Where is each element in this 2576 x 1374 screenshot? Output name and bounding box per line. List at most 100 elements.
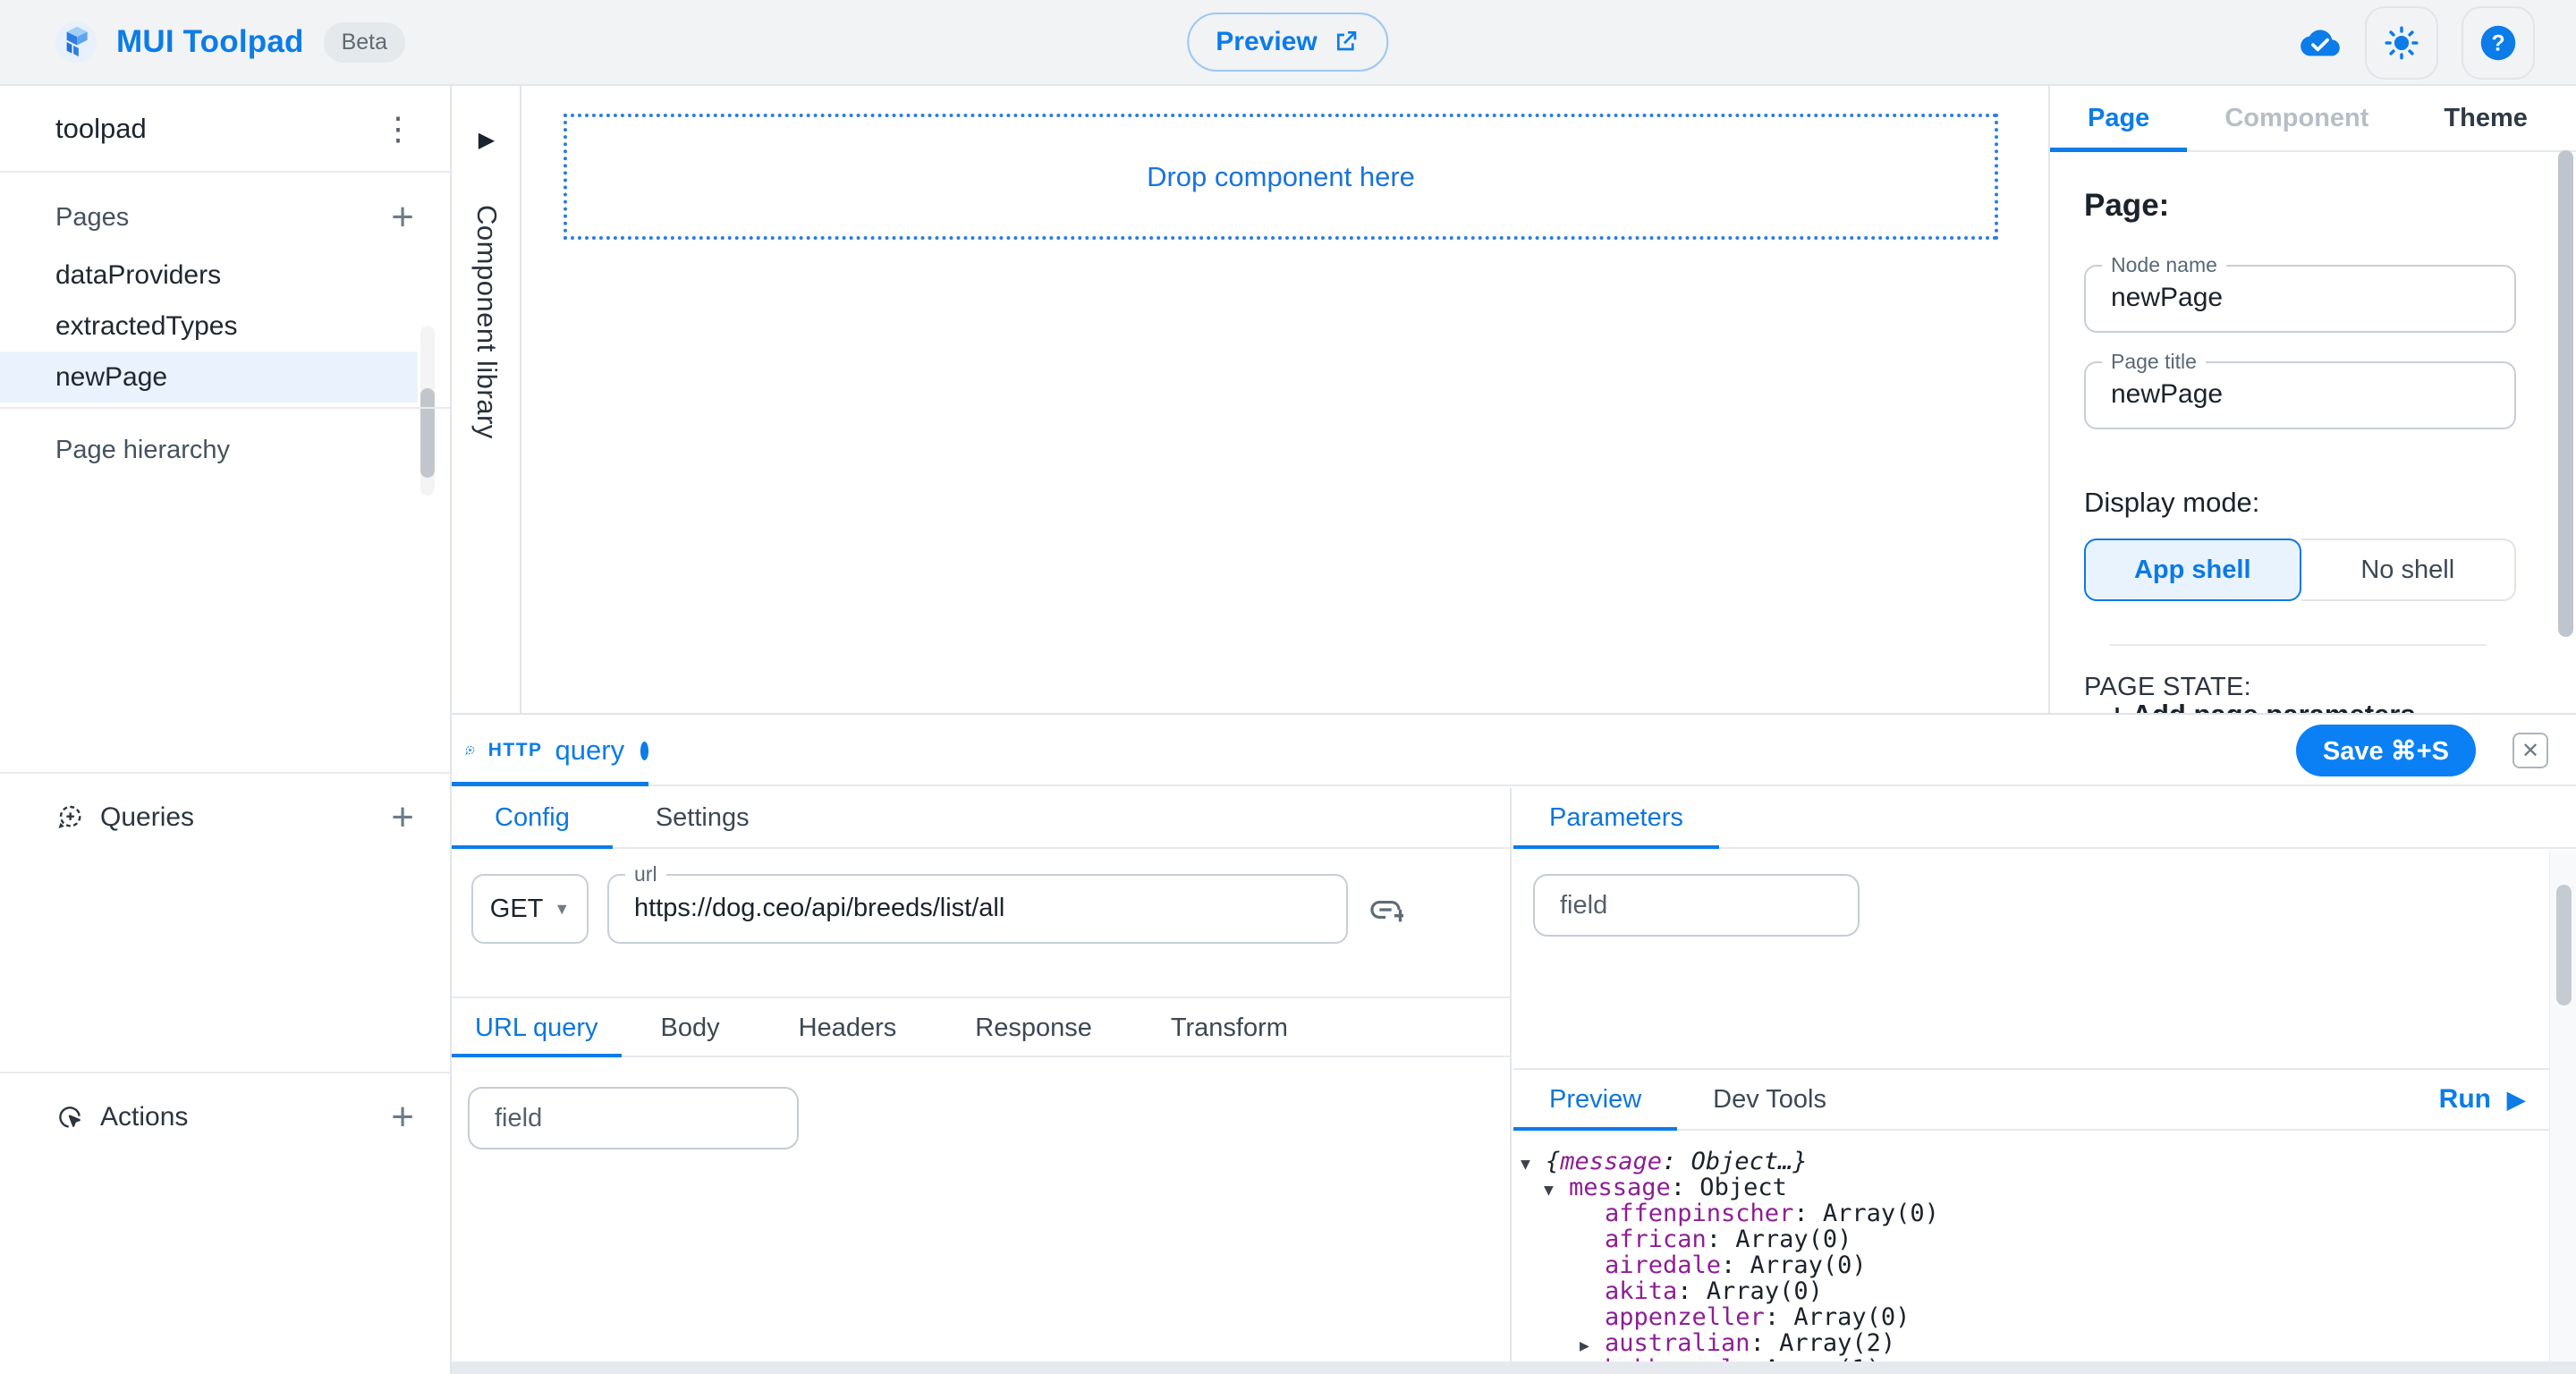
display-mode-app-shell[interactable]: App shell <box>2084 539 2301 601</box>
save-button[interactable]: Save ⌘+S <box>2296 725 2476 776</box>
url-field: url <box>607 874 1348 944</box>
add-page-parameters-button[interactable]: + Add page parameters <box>2109 699 2416 713</box>
json-key: akita <box>1605 1277 1677 1305</box>
sidebar-page-item[interactable]: extractedTypes <box>0 301 418 352</box>
tab-page[interactable]: Page <box>2050 86 2187 150</box>
json-tree-row: affenpinscher: Array(0) <box>1521 1200 2576 1226</box>
divider <box>0 1072 450 1073</box>
bind-url-button[interactable] <box>1368 892 1403 930</box>
open-in-new-icon <box>1332 28 1360 56</box>
page-title-field: Page title <box>2084 361 2516 429</box>
theme-mode-button[interactable] <box>2365 6 2438 80</box>
add-query-button[interactable]: + <box>391 798 414 837</box>
query-icon <box>464 737 476 764</box>
json-tree-row: appenzeller: Array(0) <box>1521 1304 2576 1330</box>
json-tree-row: ▼{message: Object…} <box>1521 1149 2576 1175</box>
parameters-tabs: Parameters <box>1513 788 2576 849</box>
project-title-row: toolpad ⋮ <box>0 86 450 173</box>
project-name: toolpad <box>55 113 147 145</box>
tree-expand-icon[interactable]: ▶ <box>1580 1333 1605 1359</box>
preview-button[interactable]: Preview <box>1187 13 1388 72</box>
project-menu-button[interactable]: ⋮ <box>382 113 414 145</box>
active-tab-underline <box>452 782 648 786</box>
divider <box>2109 644 2487 646</box>
tree-collapse-icon[interactable]: ▼ <box>1521 1151 1546 1177</box>
pages-section-header: Pages + <box>0 185 450 250</box>
pages-list: dataProviders extractedTypes newPage <box>0 250 450 403</box>
component-library-label: Component library <box>470 205 503 439</box>
unsaved-indicator-dot <box>640 742 648 760</box>
action-icon <box>55 1103 84 1132</box>
add-action-button[interactable]: + <box>391 1098 414 1137</box>
result-scrollbar-thumb[interactable] <box>2556 885 2572 1005</box>
display-mode-no-shell[interactable]: No shell <box>2301 539 2517 601</box>
tab-settings[interactable]: Settings <box>613 788 792 847</box>
inspector-scrollbar-thumb[interactable] <box>2558 150 2573 637</box>
result-tabs: Preview Dev Tools Run ▶ <box>1513 1070 2576 1131</box>
tree-collapse-icon[interactable]: ▼ <box>1544 1177 1569 1203</box>
query-editor-panel: HTTP query Save ⌘+S ✕ Config Settings GE… <box>452 713 2576 1374</box>
display-mode-toggle: App shell No shell <box>2084 539 2516 601</box>
tab-parameters[interactable]: Parameters <box>1513 788 1719 847</box>
page-title-label: Page title <box>2102 350 2206 374</box>
component-drop-zone[interactable]: Drop component here <box>564 114 1998 240</box>
parameter-field-input[interactable] <box>1558 890 1843 921</box>
run-query-button[interactable]: Run ▶ <box>2434 1070 2530 1129</box>
json-key: message <box>1569 1174 1671 1201</box>
toolpad-app: MUI Toolpad Beta Preview <box>0 0 2576 1374</box>
component-library-rail[interactable]: ▶ Component library <box>453 86 521 713</box>
request-row: GET ▼ url <box>471 874 1510 944</box>
actions-section-header: Actions + <box>0 1085 450 1149</box>
url-label: url <box>625 862 666 886</box>
config-tabs: Config Settings <box>452 788 1510 849</box>
tab-url-query[interactable]: URL query <box>452 998 622 1056</box>
display-mode-label: Display mode: <box>2084 487 2576 519</box>
page-canvas: Drop component here <box>521 86 2048 713</box>
brand: MUI Toolpad Beta <box>55 21 405 63</box>
url-query-field-input[interactable] <box>493 1103 781 1134</box>
json-key: message <box>1560 1148 1662 1175</box>
node-name-field: Node name <box>2084 265 2516 333</box>
cloud-synced-icon <box>2299 25 2342 61</box>
page-heading: Page: <box>2084 188 2576 224</box>
tab-body[interactable]: Body <box>622 998 759 1056</box>
beta-badge: Beta <box>324 22 405 63</box>
toolpad-logo-icon <box>55 21 97 63</box>
help-button[interactable]: ? <box>2462 6 2535 80</box>
divider <box>0 772 450 774</box>
chevron-down-icon: ▼ <box>554 900 570 919</box>
play-icon: ▶ <box>2507 1086 2525 1114</box>
add-page-button[interactable]: + <box>391 198 414 237</box>
pages-scrollbar-thumb[interactable] <box>420 388 435 478</box>
http-method-select[interactable]: GET ▼ <box>471 874 589 944</box>
expand-library-icon[interactable]: ▶ <box>453 127 520 153</box>
app-title: MUI Toolpad <box>116 24 304 60</box>
json-tree-row: ▼message: Object <box>1521 1175 2576 1200</box>
help-icon: ? <box>2479 23 2518 63</box>
query-tab[interactable]: HTTP query <box>452 715 648 786</box>
query-config-section: Config Settings GET ▼ url <box>452 788 1512 1374</box>
close-query-panel-button[interactable]: ✕ <box>2512 733 2548 768</box>
json-tree-row: airedale: Array(0) <box>1521 1252 2576 1278</box>
actions-label: Actions <box>100 1102 188 1132</box>
sidebar-page-item-selected[interactable]: newPage <box>0 352 418 403</box>
tab-transform[interactable]: Transform <box>1131 998 1327 1056</box>
sun-icon <box>2383 24 2420 62</box>
sidebar-page-item[interactable]: dataProviders <box>0 250 418 301</box>
tab-dev-tools[interactable]: Dev Tools <box>1677 1070 1862 1129</box>
query-icon <box>55 803 84 832</box>
tab-config[interactable]: Config <box>452 788 613 847</box>
active-tab-underline <box>452 1054 622 1057</box>
tab-headers[interactable]: Headers <box>759 998 936 1056</box>
tab-component[interactable]: Component <box>2187 86 2406 150</box>
queries-label: Queries <box>100 802 194 833</box>
link-icon <box>1368 892 1403 928</box>
url-input[interactable] <box>632 876 1310 940</box>
horizontal-scrollbar-track[interactable] <box>452 1361 2576 1374</box>
json-tree: ▼{message: Object…}▼message: Objectaffen… <box>1513 1131 2576 1374</box>
tab-response[interactable]: Response <box>936 998 1131 1056</box>
tab-preview[interactable]: Preview <box>1513 1070 1677 1129</box>
active-tab-underline <box>452 845 613 849</box>
tab-theme[interactable]: Theme <box>2406 86 2564 150</box>
json-tree-row: african: Array(0) <box>1521 1226 2576 1252</box>
